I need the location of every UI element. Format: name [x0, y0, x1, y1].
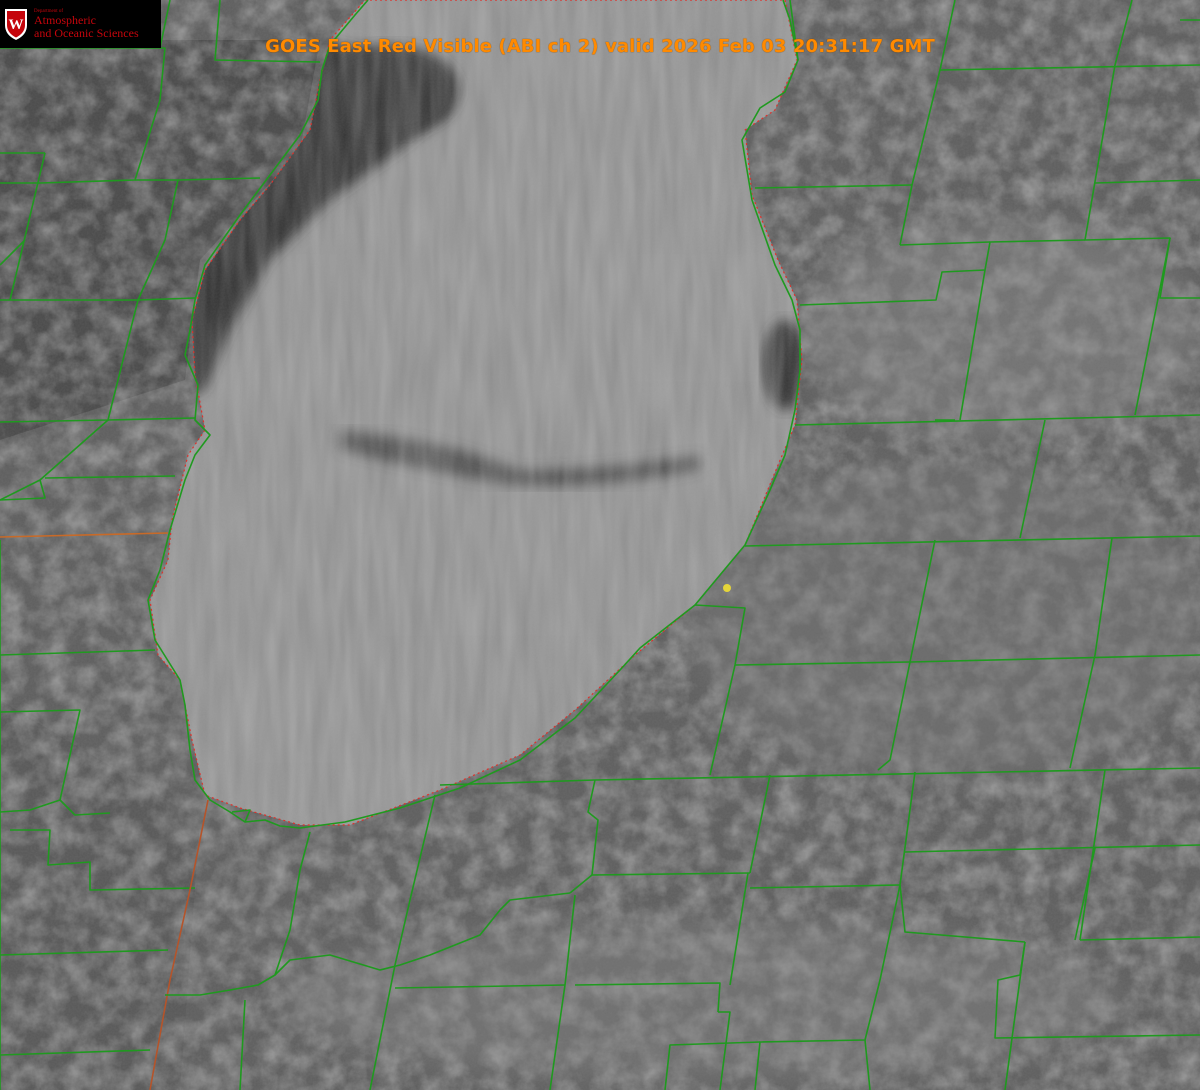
east-cloud-patch	[800, 220, 1200, 440]
logo-text: Department of Atmospheric and Oceanic Sc…	[34, 9, 139, 39]
satellite-map	[0, 0, 1200, 1090]
logo-name-line1: Atmospheric	[34, 13, 96, 28]
satellite-viewer: W Department of Atmospheric and Oceanic …	[0, 0, 1200, 1090]
south-cloud-patch	[280, 920, 1120, 1080]
svg-text:W: W	[9, 17, 24, 33]
location-dot-icon	[723, 584, 731, 592]
central-east-cloud	[690, 460, 1200, 780]
image-title: GOES East Red Visible (ABI ch 2) valid 2…	[265, 36, 935, 57]
